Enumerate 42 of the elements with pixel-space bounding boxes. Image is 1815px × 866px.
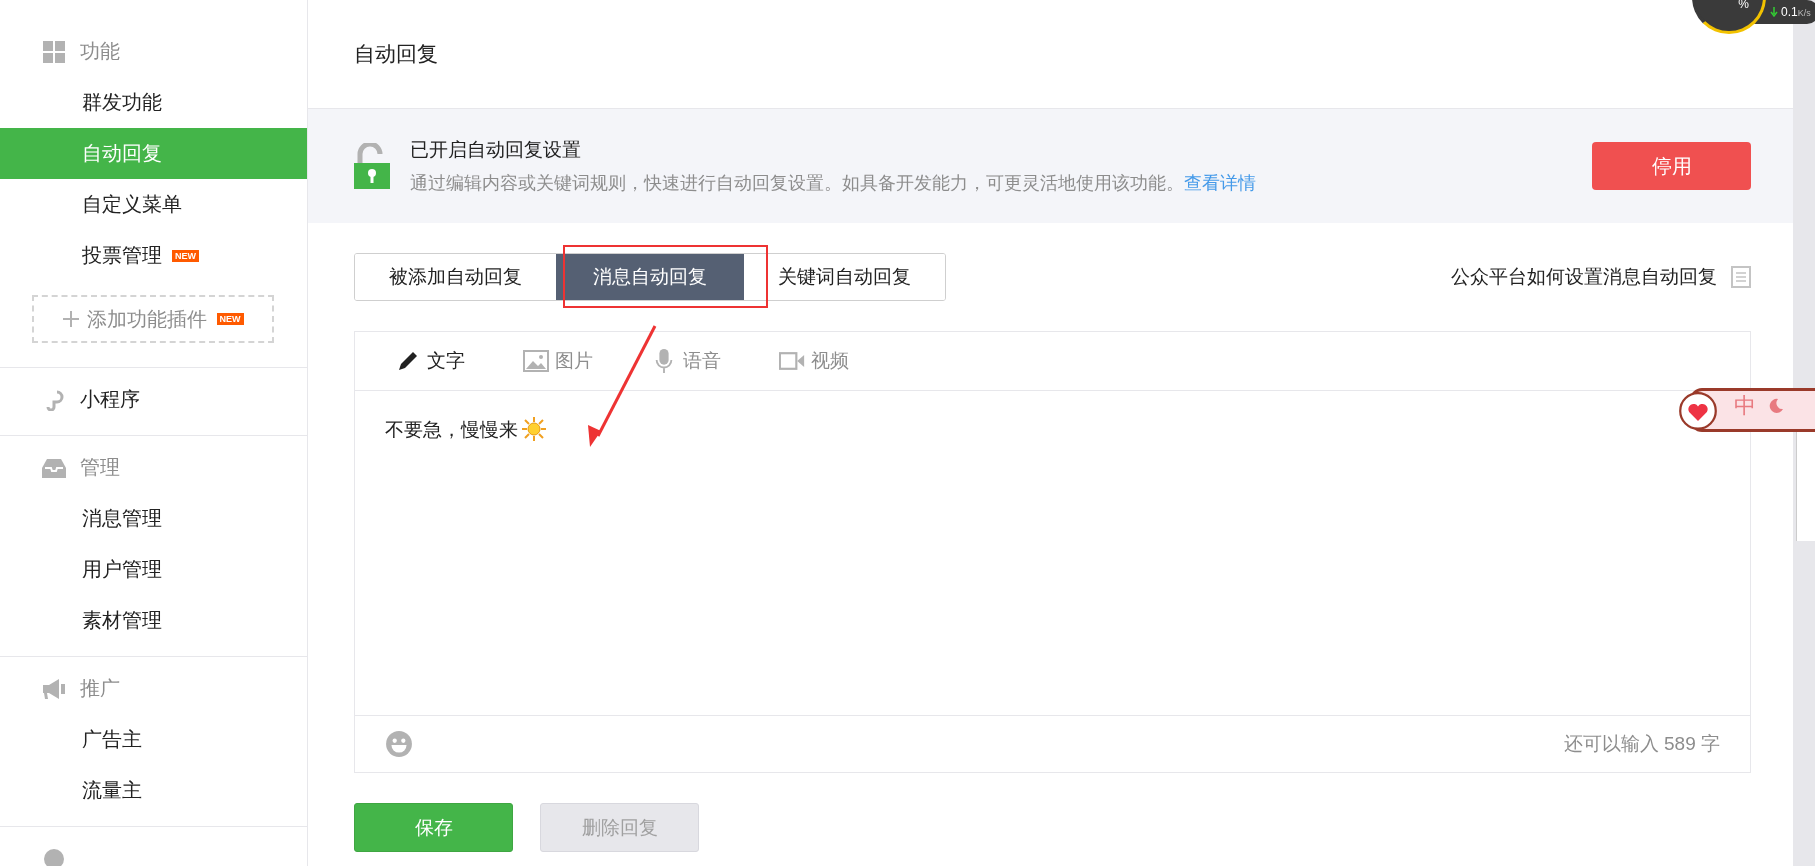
menu-heading[interactable]: 功能 (80, 38, 120, 65)
new-badge: NEW (172, 249, 199, 262)
pie-chart-icon (42, 847, 66, 866)
media-tab[interactable]: 文字 (395, 348, 465, 374)
sidebar-item[interactable]: 消息管理 (0, 493, 307, 544)
smiley-icon[interactable] (385, 730, 413, 758)
menu-heading[interactable]: 小程序 (80, 386, 140, 413)
download-arrow-icon (1770, 7, 1778, 17)
image-icon (523, 349, 549, 373)
disable-button[interactable]: 停用 (1592, 142, 1751, 190)
help-link[interactable]: 公众平台如何设置消息自动回复 (1451, 264, 1717, 290)
sidebar-item[interactable]: 群发功能 (0, 77, 307, 128)
moon-icon[interactable] (1768, 398, 1784, 414)
media-tab[interactable]: 语音 (651, 348, 721, 374)
sidebar-item[interactable]: 投票管理 NEW (0, 230, 307, 281)
menu-heading[interactable]: 推广 (80, 675, 120, 702)
menu-heading[interactable]: 管理 (80, 454, 120, 481)
tab[interactable]: 消息自动回复 (556, 254, 744, 300)
unlocked-padlock-icon (354, 143, 390, 189)
page-title: 自动回复 (354, 41, 438, 67)
reply-text: 不要急，慢慢来 (385, 418, 518, 442)
percent-sign: % (1738, 0, 1749, 11)
character-counter: 还可以输入 589 字 (1563, 732, 1720, 756)
banner-description: 通过编辑内容或关键词规则，快速进行自动回复设置。如具备开发能力，可更灵活地使用该功能。 (410, 173, 1184, 193)
sidebar-item[interactable]: 广告主 (0, 714, 307, 765)
sidebar-item[interactable]: 自定义菜单 (0, 179, 307, 230)
new-badge: NEW (216, 313, 244, 325)
sidebar-item[interactable]: 流量主 (0, 765, 307, 816)
sun-emoji-icon (522, 417, 546, 441)
media-tab[interactable]: 图片 (523, 348, 593, 374)
inbox-icon (42, 456, 66, 479)
grid-icon (42, 40, 66, 63)
video-camera-icon (779, 349, 805, 373)
plus-icon (62, 311, 79, 327)
banner-title: 已开启自动回复设置 (410, 138, 582, 162)
sidebar-item[interactable]: 用户管理 (0, 544, 307, 595)
megaphone-icon (42, 677, 66, 700)
media-tab[interactable]: 视频 (779, 348, 849, 374)
add-plugin-button[interactable]: 添加功能插件 NEW (32, 295, 274, 343)
network-speed: 0.1K/s (1781, 5, 1811, 19)
document-icon (1731, 266, 1751, 288)
sidebar-item[interactable]: 素材管理 (0, 595, 307, 646)
